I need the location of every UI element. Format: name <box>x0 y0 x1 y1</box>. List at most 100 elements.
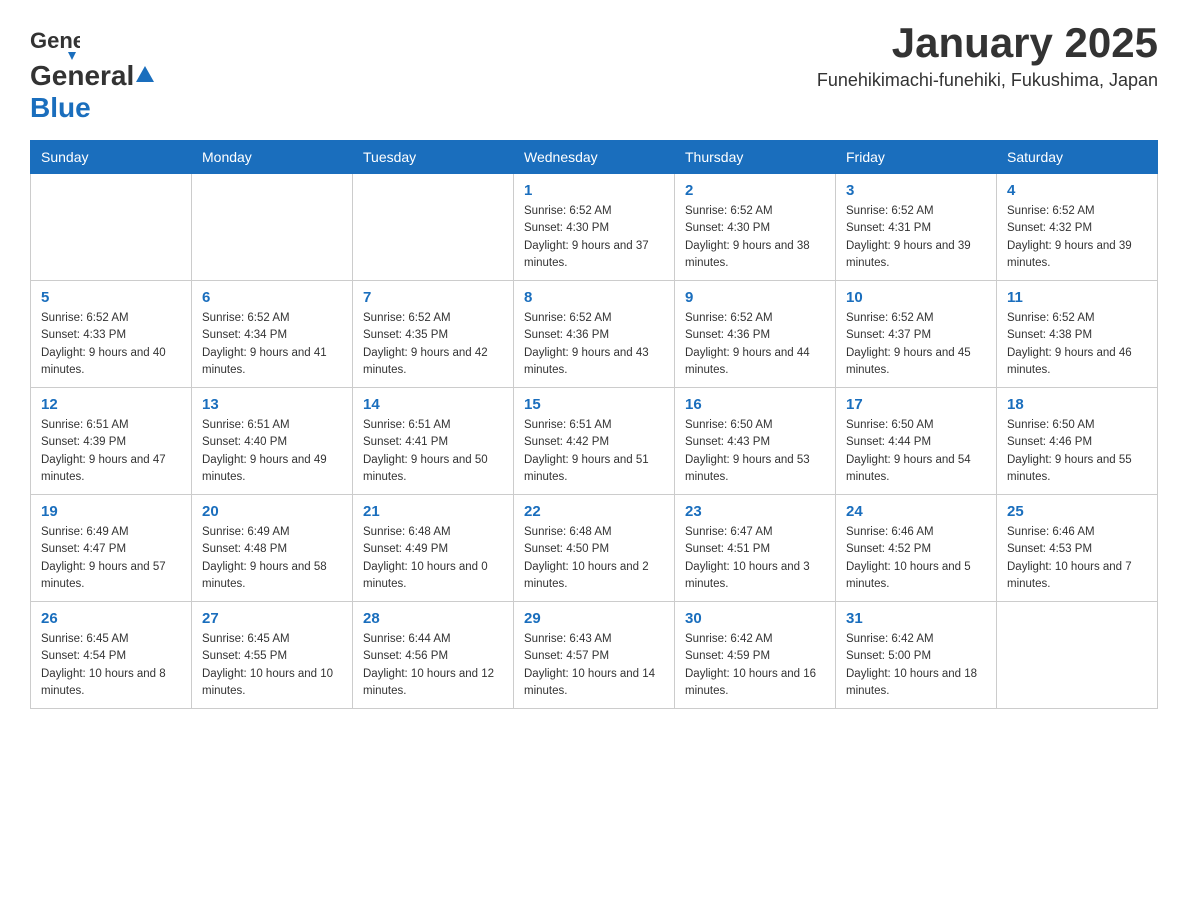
calendar-cell: 26 Sunrise: 6:45 AMSunset: 4:54 PMDayligh… <box>31 602 192 709</box>
calendar-cell: 21 Sunrise: 6:48 AMSunset: 4:49 PMDayligh… <box>353 495 514 602</box>
day-info: Sunrise: 6:45 AMSunset: 4:54 PMDaylight:… <box>41 631 181 700</box>
calendar-cell: 29 Sunrise: 6:43 AMSunset: 4:57 PMDayligh… <box>514 602 675 709</box>
calendar-table: Sunday Monday Tuesday Wednesday Thursday… <box>30 140 1158 709</box>
day-info: Sunrise: 6:51 AMSunset: 4:42 PMDaylight:… <box>524 417 664 486</box>
day-info: Sunrise: 6:52 AMSunset: 4:38 PMDaylight:… <box>1007 310 1147 379</box>
calendar-cell: 27 Sunrise: 6:45 AMSunset: 4:55 PMDayligh… <box>192 602 353 709</box>
day-number: 16 <box>685 396 825 413</box>
col-monday: Monday <box>192 141 353 174</box>
day-info: Sunrise: 6:51 AMSunset: 4:40 PMDaylight:… <box>202 417 342 486</box>
day-number: 11 <box>1007 289 1147 306</box>
calendar-cell: 15Sunrise: 6:51 AMSunset: 4:42 PMDayligh… <box>514 388 675 495</box>
day-info: Sunrise: 6:52 AMSunset: 4:33 PMDaylight:… <box>41 310 181 379</box>
col-friday: Friday <box>836 141 997 174</box>
logo-triangle-icon <box>136 66 154 82</box>
day-number: 21 <box>363 503 503 520</box>
calendar-week-row: 5 Sunrise: 6:52 AMSunset: 4:33 PMDaylight… <box>31 281 1158 388</box>
day-number: 20 <box>202 503 342 520</box>
day-number: 29 <box>524 610 664 627</box>
day-number: 30 <box>685 610 825 627</box>
calendar-cell: 2 Sunrise: 6:52 AMSunset: 4:30 PMDaylight… <box>675 174 836 281</box>
day-info: Sunrise: 6:52 AMSunset: 4:34 PMDaylight:… <box>202 310 342 379</box>
day-info: Sunrise: 6:52 AMSunset: 4:36 PMDaylight:… <box>685 310 825 379</box>
calendar-cell: 20 Sunrise: 6:49 AMSunset: 4:48 PMDayligh… <box>192 495 353 602</box>
day-info: Sunrise: 6:50 AMSunset: 4:44 PMDaylight:… <box>846 417 986 486</box>
day-number: 26 <box>41 610 181 627</box>
day-number: 22 <box>524 503 664 520</box>
calendar-cell: 12 Sunrise: 6:51 AMSunset: 4:39 PMDayligh… <box>31 388 192 495</box>
day-info: Sunrise: 6:42 AMSunset: 4:59 PMDaylight:… <box>685 631 825 700</box>
day-number: 9 <box>685 289 825 306</box>
day-info: Sunrise: 6:47 AMSunset: 4:51 PMDaylight:… <box>685 524 825 593</box>
day-info: Sunrise: 6:52 AMSunset: 4:30 PMDaylight:… <box>685 203 825 272</box>
calendar-cell: 3 Sunrise: 6:52 AMSunset: 4:31 PMDaylight… <box>836 174 997 281</box>
day-number: 24 <box>846 503 986 520</box>
day-number: 3 <box>846 182 986 199</box>
calendar-cell: 6 Sunrise: 6:52 AMSunset: 4:34 PMDaylight… <box>192 281 353 388</box>
calendar-cell <box>192 174 353 281</box>
calendar-cell: 14 Sunrise: 6:51 AMSunset: 4:41 PMDayligh… <box>353 388 514 495</box>
col-saturday: Saturday <box>997 141 1158 174</box>
day-number: 27 <box>202 610 342 627</box>
day-number: 5 <box>41 289 181 306</box>
day-number: 25 <box>1007 503 1147 520</box>
calendar-cell: 23 Sunrise: 6:47 AMSunset: 4:51 PMDayligh… <box>675 495 836 602</box>
day-info: Sunrise: 6:52 AMSunset: 4:30 PMDaylight:… <box>524 203 664 272</box>
calendar-cell: 11 Sunrise: 6:52 AMSunset: 4:38 PMDayligh… <box>997 281 1158 388</box>
calendar-cell: 31Sunrise: 6:42 AMSunset: 5:00 PMDayligh… <box>836 602 997 709</box>
day-number: 7 <box>363 289 503 306</box>
calendar-cell: 28Sunrise: 6:44 AMSunset: 4:56 PMDayligh… <box>353 602 514 709</box>
calendar-week-row: 26 Sunrise: 6:45 AMSunset: 4:54 PMDayligh… <box>31 602 1158 709</box>
day-number: 12 <box>41 396 181 413</box>
day-info: Sunrise: 6:50 AMSunset: 4:46 PMDaylight:… <box>1007 417 1147 486</box>
col-wednesday: Wednesday <box>514 141 675 174</box>
calendar-header-row: Sunday Monday Tuesday Wednesday Thursday… <box>31 141 1158 174</box>
day-number: 6 <box>202 289 342 306</box>
svg-text:General: General <box>30 28 80 53</box>
logo-general-text: General <box>30 60 134 92</box>
day-info: Sunrise: 6:49 AMSunset: 4:48 PMDaylight:… <box>202 524 342 593</box>
logo-blue-text: Blue <box>30 92 91 123</box>
calendar-cell: 13Sunrise: 6:51 AMSunset: 4:40 PMDayligh… <box>192 388 353 495</box>
calendar-cell: 19Sunrise: 6:49 AMSunset: 4:47 PMDayligh… <box>31 495 192 602</box>
day-number: 14 <box>363 396 503 413</box>
day-number: 18 <box>1007 396 1147 413</box>
day-number: 17 <box>846 396 986 413</box>
calendar-cell <box>353 174 514 281</box>
day-info: Sunrise: 6:42 AMSunset: 5:00 PMDaylight:… <box>846 631 986 700</box>
calendar-week-row: 1Sunrise: 6:52 AMSunset: 4:30 PMDaylight… <box>31 174 1158 281</box>
calendar-cell: 25 Sunrise: 6:46 AMSunset: 4:53 PMDayligh… <box>997 495 1158 602</box>
day-info: Sunrise: 6:46 AMSunset: 4:52 PMDaylight:… <box>846 524 986 593</box>
day-number: 10 <box>846 289 986 306</box>
day-info: Sunrise: 6:50 AMSunset: 4:43 PMDaylight:… <box>685 417 825 486</box>
calendar-cell: 9 Sunrise: 6:52 AMSunset: 4:36 PMDaylight… <box>675 281 836 388</box>
day-info: Sunrise: 6:48 AMSunset: 4:50 PMDaylight:… <box>524 524 664 593</box>
day-info: Sunrise: 6:43 AMSunset: 4:57 PMDaylight:… <box>524 631 664 700</box>
calendar-cell: 7 Sunrise: 6:52 AMSunset: 4:35 PMDaylight… <box>353 281 514 388</box>
day-number: 4 <box>1007 182 1147 199</box>
calendar-cell: 17 Sunrise: 6:50 AMSunset: 4:44 PMDayligh… <box>836 388 997 495</box>
page-header: General General Blue January 2025 Funehi… <box>30 20 1158 124</box>
day-info: Sunrise: 6:52 AMSunset: 4:31 PMDaylight:… <box>846 203 986 272</box>
calendar-cell <box>31 174 192 281</box>
day-info: Sunrise: 6:45 AMSunset: 4:55 PMDaylight:… <box>202 631 342 700</box>
day-info: Sunrise: 6:48 AMSunset: 4:49 PMDaylight:… <box>363 524 503 593</box>
calendar-cell <box>997 602 1158 709</box>
day-number: 23 <box>685 503 825 520</box>
day-info: Sunrise: 6:51 AMSunset: 4:39 PMDaylight:… <box>41 417 181 486</box>
calendar-title: January 2025 <box>817 20 1158 66</box>
day-number: 2 <box>685 182 825 199</box>
day-info: Sunrise: 6:51 AMSunset: 4:41 PMDaylight:… <box>363 417 503 486</box>
calendar-cell: 24 Sunrise: 6:46 AMSunset: 4:52 PMDayligh… <box>836 495 997 602</box>
calendar-week-row: 12 Sunrise: 6:51 AMSunset: 4:39 PMDayligh… <box>31 388 1158 495</box>
day-info: Sunrise: 6:46 AMSunset: 4:53 PMDaylight:… <box>1007 524 1147 593</box>
calendar-cell: 10Sunrise: 6:52 AMSunset: 4:37 PMDayligh… <box>836 281 997 388</box>
day-number: 8 <box>524 289 664 306</box>
calendar-cell: 16 Sunrise: 6:50 AMSunset: 4:43 PMDayligh… <box>675 388 836 495</box>
day-number: 28 <box>363 610 503 627</box>
calendar-cell: 30 Sunrise: 6:42 AMSunset: 4:59 PMDayligh… <box>675 602 836 709</box>
day-info: Sunrise: 6:52 AMSunset: 4:36 PMDaylight:… <box>524 310 664 379</box>
calendar-cell: 18 Sunrise: 6:50 AMSunset: 4:46 PMDayligh… <box>997 388 1158 495</box>
col-sunday: Sunday <box>31 141 192 174</box>
day-info: Sunrise: 6:52 AMSunset: 4:35 PMDaylight:… <box>363 310 503 379</box>
